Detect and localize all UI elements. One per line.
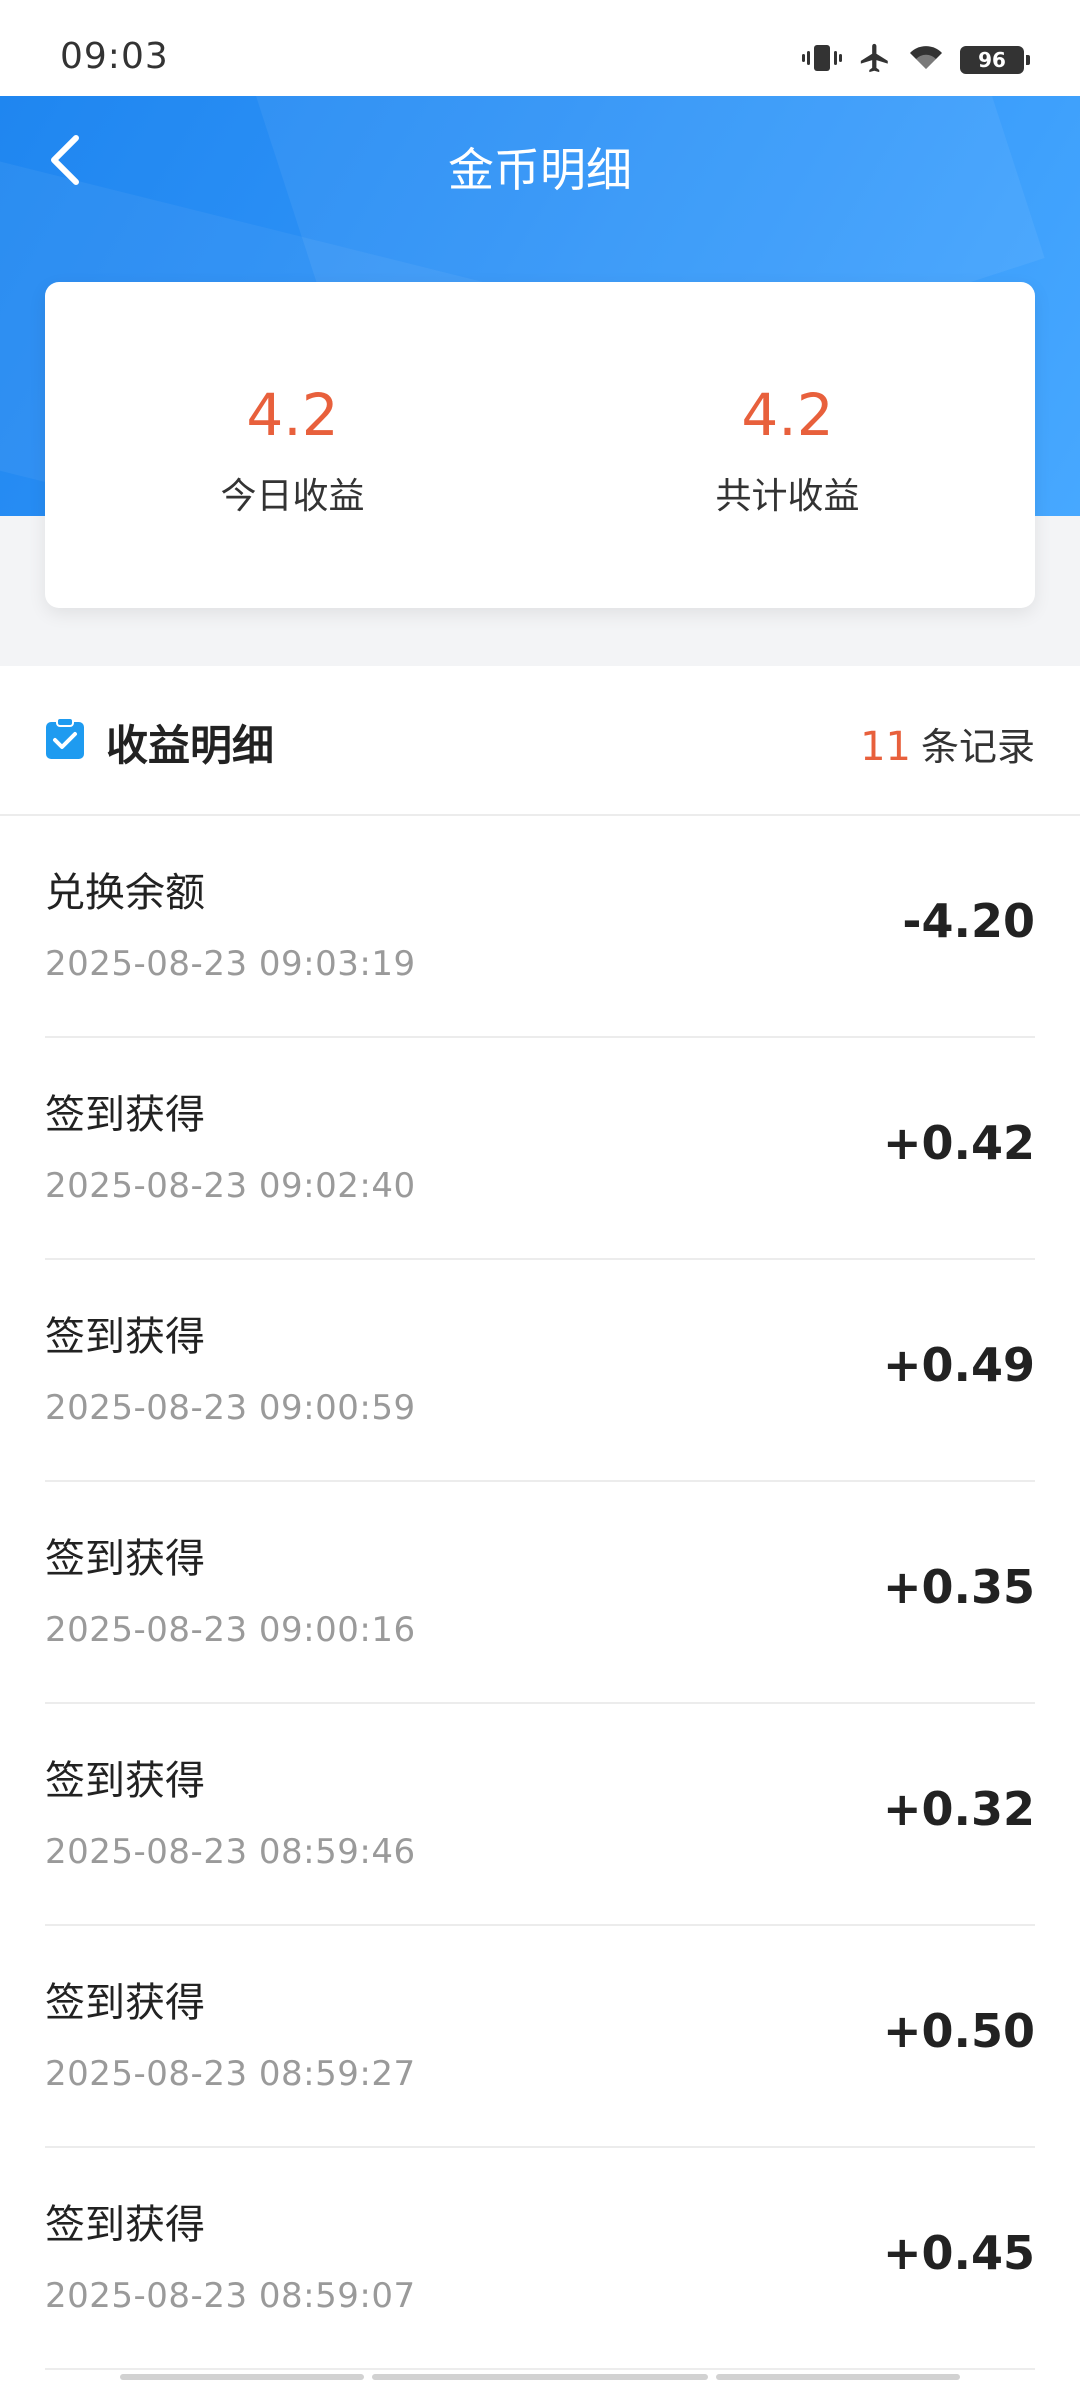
record-time: 2025-08-23 09:03:19 <box>45 944 416 984</box>
page-title: 金币明细 <box>448 143 632 197</box>
today-earnings-value: 4.2 <box>246 381 339 449</box>
total-earnings: 4.2 共计收益 <box>540 282 1035 608</box>
record-title: 签到获得 <box>45 1314 205 1360</box>
record-time: 2025-08-23 08:59:27 <box>45 2054 416 2094</box>
wifi-icon <box>908 43 944 77</box>
airplane-icon <box>858 41 892 79</box>
record-time: 2025-08-23 09:02:40 <box>45 1166 416 1206</box>
scroll-indicator <box>120 2374 364 2380</box>
record-count-number: 11 <box>860 724 911 770</box>
list-item[interactable]: 签到获得 2025-08-23 08:59:46 +0.32 <box>45 1704 1035 1926</box>
total-earnings-label: 共计收益 <box>715 476 860 517</box>
record-title: 签到获得 <box>45 1536 205 1582</box>
today-earnings: 4.2 今日收益 <box>45 282 540 608</box>
record-title: 签到获得 <box>45 1758 205 1804</box>
summary-card: 4.2 今日收益 4.2 共计收益 <box>45 282 1035 608</box>
record-title: 签到获得 <box>45 1980 205 2026</box>
record-time: 2025-08-23 09:00:59 <box>45 1388 416 1428</box>
record-amount: +0.35 <box>882 1560 1035 1614</box>
record-count-suffix: 条记录 <box>920 725 1035 769</box>
record-amount: +0.49 <box>882 1338 1035 1392</box>
record-amount: -4.20 <box>902 894 1035 948</box>
status-bar: 09:03 96 <box>0 0 1080 96</box>
record-title: 签到获得 <box>45 1092 205 1138</box>
list-item[interactable]: 兑换余额 2025-08-23 09:03:19 -4.20 <box>45 816 1035 1038</box>
vibrate-icon <box>802 42 842 78</box>
record-amount: +0.32 <box>882 1782 1035 1836</box>
record-title: 兑换余额 <box>45 870 205 916</box>
record-count: 11 条记录 <box>860 716 1035 771</box>
list-item[interactable]: 签到获得 2025-08-23 09:02:40 +0.42 <box>45 1038 1035 1260</box>
checklist-icon <box>45 717 85 760</box>
status-icons: 96 <box>802 40 1030 80</box>
scroll-indicator <box>372 2374 708 2380</box>
list-item[interactable]: 签到获得 2025-08-23 08:59:27 +0.50 <box>45 1926 1035 2148</box>
record-time: 2025-08-23 09:00:16 <box>45 1610 416 1650</box>
list-item[interactable]: 签到获得 2025-08-23 09:00:16 +0.35 <box>45 1482 1035 1704</box>
section-title: 收益明细 <box>106 721 275 770</box>
records-list: 兑换余额 2025-08-23 09:03:19 -4.20 签到获得 2025… <box>45 816 1035 2370</box>
record-time: 2025-08-23 08:59:46 <box>45 1832 416 1872</box>
record-amount: +0.45 <box>882 2226 1035 2280</box>
status-time: 09:03 <box>60 36 169 77</box>
battery-icon: 96 <box>960 46 1030 74</box>
record-time: 2025-08-23 08:59:07 <box>45 2276 416 2316</box>
list-item[interactable]: 签到获得 2025-08-23 09:00:59 +0.49 <box>45 1260 1035 1482</box>
today-earnings-label: 今日收益 <box>220 476 365 517</box>
section-header: 收益明细 11 条记录 <box>0 668 1080 816</box>
list-item[interactable]: 签到获得 2025-08-23 08:59:07 +0.45 <box>45 2148 1035 2370</box>
total-earnings-value: 4.2 <box>741 381 834 449</box>
record-title: 签到获得 <box>45 2202 205 2248</box>
record-amount: +0.42 <box>882 1116 1035 1170</box>
record-amount: +0.50 <box>882 2004 1035 2058</box>
scroll-indicator <box>716 2374 960 2380</box>
